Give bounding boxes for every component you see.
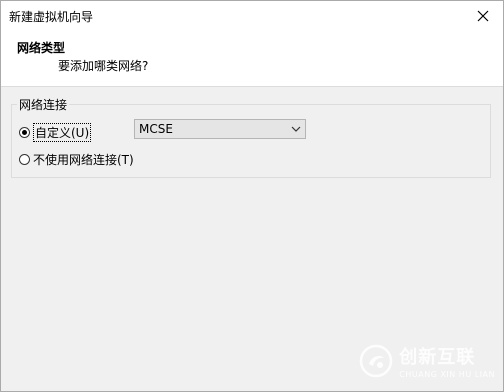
page-title: 网络类型 bbox=[17, 41, 66, 55]
page-subtitle: 要添加哪类网络? bbox=[58, 59, 149, 73]
radio-no-network-indicator[interactable] bbox=[19, 154, 30, 165]
radio-custom[interactable]: 自定义(U) bbox=[19, 123, 92, 142]
group-legend: 网络连接 bbox=[17, 96, 70, 113]
custom-network-select[interactable]: MCSE bbox=[134, 119, 306, 139]
radio-no-network[interactable]: 不使用网络连接(T) bbox=[19, 151, 134, 168]
close-icon bbox=[477, 10, 489, 22]
watermark-text: 创新互联 bbox=[399, 347, 476, 368]
radio-custom-indicator[interactable] bbox=[19, 127, 30, 138]
radio-custom-label[interactable]: 自定义(U) bbox=[33, 123, 92, 142]
network-connection-group: 网络连接 自定义(U) MCSE 不使用网络连接(T) bbox=[11, 96, 491, 178]
radio-no-network-label[interactable]: 不使用网络连接(T) bbox=[33, 151, 134, 168]
close-button[interactable] bbox=[463, 1, 503, 31]
header-panel: 网络类型 要添加哪类网络? bbox=[1, 31, 503, 87]
title-bar: 新建虚拟机向导 bbox=[1, 1, 503, 31]
logo-icon bbox=[360, 344, 393, 378]
watermark-subtext: CHUANG XIN HU LIAN bbox=[399, 370, 495, 379]
window-title: 新建虚拟机向导 bbox=[9, 10, 94, 24]
wizard-window: 新建虚拟机向导 网络类型 要添加哪类网络? 网络连接 自定义(U) MCSE 不… bbox=[0, 0, 504, 392]
custom-network-select-value: MCSE bbox=[139, 122, 173, 136]
watermark: 创新互联 CHUANG XIN HU LIAN bbox=[359, 343, 495, 379]
chevron-down-icon bbox=[291, 126, 301, 132]
